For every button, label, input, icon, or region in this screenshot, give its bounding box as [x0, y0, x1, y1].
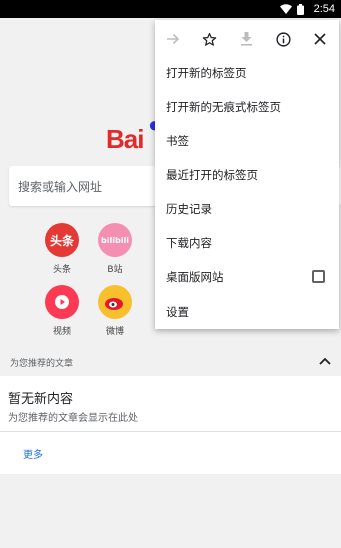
menu-item-label: 桌面版网站	[166, 270, 224, 284]
shortcut-label: 头条	[52, 265, 71, 275]
menu-item-label: 书签	[166, 134, 189, 148]
shortcut-video[interactable]: 视频	[37, 285, 87, 337]
menu-item-label: 下载内容	[166, 236, 212, 250]
recommended-title: 暂无新内容	[8, 392, 74, 407]
recommended-header-label: 为您推荐的文章	[10, 358, 74, 369]
search-placeholder: 搜索或输入网址	[18, 179, 103, 194]
recommended-header[interactable]: 为您推荐的文章	[0, 348, 341, 376]
shortcut-label: B站	[107, 265, 123, 275]
menu-item-settings[interactable]: 设置	[155, 295, 339, 329]
bilibili-icon: bilibili	[98, 223, 132, 257]
menu-item-label: 打开新的标签页	[166, 66, 247, 80]
shortcut-weibo[interactable]: 微博	[90, 285, 140, 337]
info-icon[interactable]	[272, 28, 294, 50]
recommended-subtitle: 为您推荐的文章会显示在此处	[8, 413, 138, 424]
menu-item-label: 打开新的无痕式标签页	[166, 100, 281, 114]
shortcut-toutiao[interactable]: 头条 头条	[37, 223, 87, 275]
shortcut-label: 视频	[52, 327, 71, 337]
menu-item-bookmarks[interactable]: 书签	[155, 124, 339, 158]
close-icon[interactable]	[309, 28, 331, 50]
more-link[interactable]: 更多	[23, 446, 43, 461]
wifi-icon	[279, 4, 292, 15]
overflow-menu: 打开新的标签页 打开新的无痕式标签页 书签 最近打开的标签页 历史记录 下载内容…	[155, 20, 339, 329]
recommended-card: 暂无新内容 为您推荐的文章会显示在此处 更多	[0, 376, 341, 474]
menu-item-desktop-site[interactable]: 桌面版网站	[155, 260, 339, 294]
baidu-logo: Bai ●	[106, 112, 161, 155]
forward-icon[interactable]	[162, 28, 184, 50]
menu-item-downloads[interactable]: 下载内容	[155, 226, 339, 260]
shortcut-bilibili[interactable]: bilibili B站	[90, 223, 140, 275]
status-bar: 2:54	[0, 0, 341, 18]
menu-item-label: 最近打开的标签页	[166, 168, 258, 182]
status-time: 2:54	[313, 3, 335, 15]
menu-item-new-tab[interactable]: 打开新的标签页	[155, 56, 339, 90]
menu-item-label: 设置	[166, 305, 189, 319]
shortcut-label: 微博	[105, 327, 124, 337]
menu-item-new-incognito-tab[interactable]: 打开新的无痕式标签页	[155, 90, 339, 124]
divider	[0, 431, 341, 432]
star-icon[interactable]	[198, 28, 220, 50]
menu-item-history[interactable]: 历史记录	[155, 192, 339, 226]
weibo-icon	[98, 285, 132, 319]
menu-icon-row	[155, 20, 339, 58]
toutiao-icon: 头条	[45, 223, 79, 257]
desktop-site-checkbox[interactable]	[312, 270, 325, 283]
chevron-up-icon[interactable]	[319, 357, 331, 368]
download-icon[interactable]	[235, 28, 257, 50]
menu-item-label: 历史记录	[166, 202, 212, 216]
video-play-icon	[45, 285, 79, 319]
menu-item-recent-tabs[interactable]: 最近打开的标签页	[155, 158, 339, 192]
battery-icon	[296, 3, 309, 15]
